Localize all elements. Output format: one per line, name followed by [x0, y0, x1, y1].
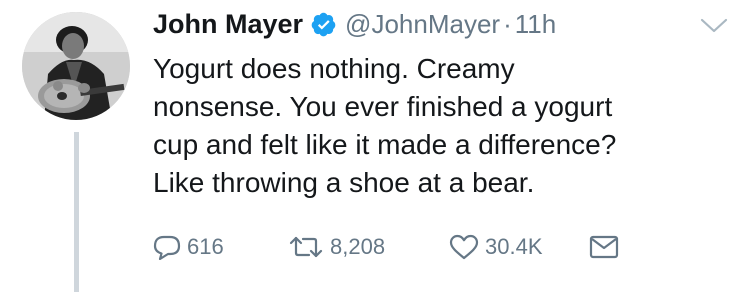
chevron-down-icon[interactable] [700, 18, 728, 34]
tweet-content: John Mayer @JohnMayer · 11h Yogurt does … [153, 6, 728, 202]
avatar-photo [22, 12, 130, 120]
direct-message-button[interactable] [589, 235, 619, 259]
like-count: 30.4K [485, 234, 543, 259]
avatar[interactable] [22, 12, 130, 120]
reply-count: 616 [187, 234, 224, 259]
time-separator: · [503, 8, 512, 39]
thread-line [74, 132, 79, 292]
author-handle[interactable]: @JohnMayer [345, 9, 500, 40]
tweet[interactable]: John Mayer @JohnMayer · 11h Yogurt does … [0, 0, 742, 292]
author-name[interactable]: John Mayer [153, 9, 303, 40]
reply-icon [153, 234, 181, 260]
retweet-button[interactable]: 8,208 [288, 234, 449, 260]
retweet-icon [288, 235, 324, 259]
timestamp[interactable]: 11h [515, 9, 556, 40]
reply-button[interactable]: 616 [153, 234, 288, 260]
retweet-count: 8,208 [330, 234, 386, 259]
tweet-actions: 616 8,208 30.4K [153, 232, 619, 262]
verified-badge-icon [310, 11, 337, 38]
heart-icon [449, 234, 479, 260]
avatar-column [22, 12, 132, 292]
like-button[interactable]: 30.4K [449, 234, 589, 260]
tweet-text: Yogurt does nothing. Creamy nonsense. Yo… [153, 53, 617, 198]
envelope-icon [589, 235, 619, 259]
tweet-header: John Mayer @JohnMayer · 11h [153, 6, 728, 42]
